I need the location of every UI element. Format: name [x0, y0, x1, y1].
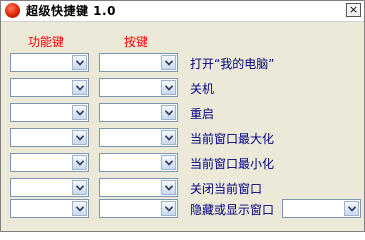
- chevron-down-icon[interactable]: [72, 80, 87, 95]
- chevron-down-icon[interactable]: [72, 201, 87, 216]
- function-key-select[interactable]: [10, 103, 89, 122]
- window-select[interactable]: [282, 199, 361, 218]
- action-label: 当前窗口最小化: [190, 157, 275, 171]
- header-key: 按键: [124, 35, 149, 49]
- title-bar[interactable]: 超级快捷键 1.0 ×: [1, 1, 364, 22]
- key-select[interactable]: [99, 153, 178, 172]
- action-label: 打开“我的电脑”: [190, 57, 275, 71]
- key-select[interactable]: [99, 128, 178, 147]
- key-select[interactable]: [99, 178, 178, 197]
- chevron-down-icon[interactable]: [161, 130, 176, 145]
- chevron-down-icon[interactable]: [161, 55, 176, 70]
- chevron-down-icon[interactable]: [161, 80, 176, 95]
- function-key-select[interactable]: [10, 178, 89, 197]
- function-key-select[interactable]: [10, 128, 89, 147]
- function-key-select[interactable]: [10, 199, 89, 218]
- key-select[interactable]: [99, 53, 178, 72]
- chevron-down-icon[interactable]: [72, 155, 87, 170]
- chevron-down-icon[interactable]: [161, 105, 176, 120]
- chevron-down-icon[interactable]: [161, 180, 176, 195]
- chevron-down-icon[interactable]: [72, 180, 87, 195]
- chevron-down-icon[interactable]: [161, 155, 176, 170]
- chevron-down-icon[interactable]: [72, 55, 87, 70]
- window-title: 超级快捷键 1.0: [26, 4, 116, 18]
- app-window: 超级快捷键 1.0 × 功能键 按键 打开“我的电脑” 关机重启当前窗口最大化 当前…: [0, 0, 365, 232]
- action-label: 隐藏或显示窗口: [190, 203, 275, 217]
- chevron-down-icon[interactable]: [161, 201, 176, 216]
- key-select[interactable]: [99, 103, 178, 122]
- function-key-select[interactable]: [10, 53, 89, 72]
- action-label: 当前窗口最大化: [190, 132, 275, 146]
- function-key-select[interactable]: [10, 78, 89, 97]
- chevron-down-icon[interactable]: [72, 105, 87, 120]
- key-select[interactable]: [99, 78, 178, 97]
- close-icon: ×: [348, 3, 359, 16]
- chevron-down-icon[interactable]: [344, 201, 359, 216]
- function-key-select[interactable]: [10, 153, 89, 172]
- chevron-down-icon[interactable]: [72, 130, 87, 145]
- header-function-key: 功能键: [28, 35, 65, 49]
- action-label: 关机: [190, 82, 215, 96]
- app-icon: [5, 3, 20, 18]
- action-label: 重启: [190, 107, 215, 121]
- close-button[interactable]: ×: [346, 3, 361, 17]
- key-select[interactable]: [99, 199, 178, 218]
- action-label: 关闭当前窗口: [190, 182, 263, 196]
